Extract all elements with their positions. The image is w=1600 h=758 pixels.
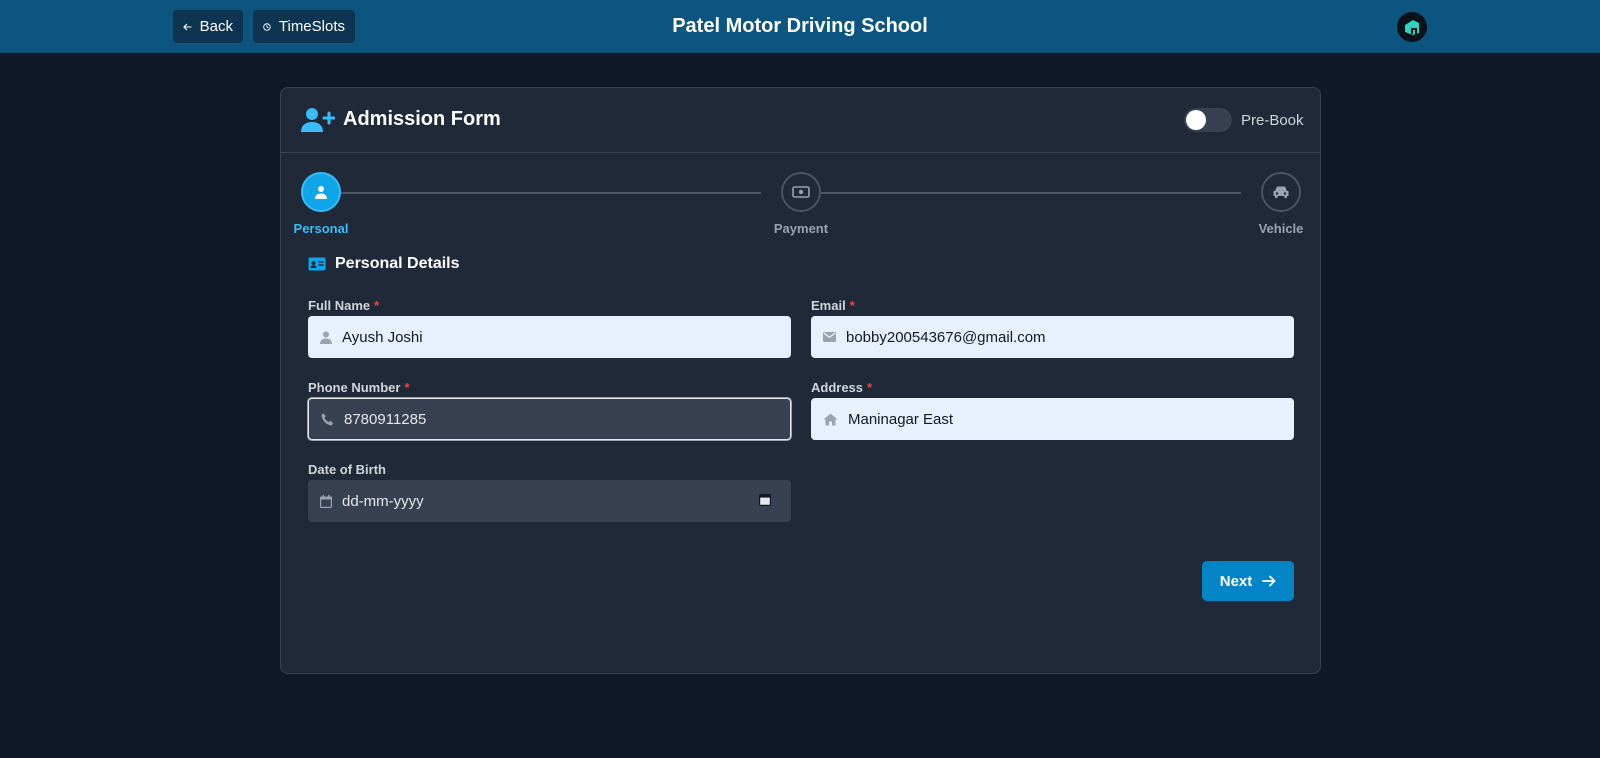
timeslots-button[interactable]: TimeSlots: [253, 10, 355, 43]
step-label-payment: Payment: [773, 221, 829, 236]
required-marker: *: [867, 380, 873, 395]
address-value: Maninagar East: [848, 410, 954, 428]
next-label: Next: [1219, 572, 1253, 590]
next-button[interactable]: Next: [1202, 561, 1294, 601]
full-name-input[interactable]: Ayush Joshi: [308, 316, 791, 358]
building-logo-icon[interactable]: [1397, 12, 1427, 42]
home-icon: [823, 413, 838, 425]
prebook-label: Pre-Book: [1241, 112, 1304, 129]
top-bar: Back TimeSlots Patel Motor Driving Schoo…: [0, 0, 1600, 53]
phone-input[interactable]: 8780911285: [308, 398, 791, 440]
step-personal[interactable]: [301, 172, 341, 212]
id-card-icon: [308, 257, 326, 271]
calendar-picker-icon[interactable]: [759, 493, 771, 506]
section-title: Personal Details: [335, 255, 460, 272]
email-input[interactable]: bobby200543676@gmail.com: [811, 316, 1294, 358]
step-label-personal: Personal: [293, 221, 349, 236]
address-input[interactable]: Maninagar East: [811, 398, 1294, 440]
card-header: Admission Form Pre-Book: [281, 88, 1320, 153]
calendar-icon: [320, 494, 332, 508]
form-title: Admission Form: [343, 108, 501, 130]
car-icon: [1273, 186, 1289, 198]
required-marker: *: [404, 380, 410, 395]
arrow-left-icon: [183, 23, 192, 30]
email-label: Email *: [811, 298, 855, 313]
clock-icon: [263, 22, 271, 31]
email-value: bobby200543676@gmail.com: [846, 328, 1046, 346]
user-icon: [320, 331, 332, 344]
timeslots-label: TimeSlots: [278, 18, 345, 35]
step-connector-2: [821, 192, 1241, 194]
back-button[interactable]: Back: [173, 10, 243, 43]
prebook-toggle[interactable]: [1184, 108, 1232, 132]
arrow-right-icon: [1262, 575, 1276, 587]
user-plus-icon: [301, 108, 335, 132]
step-vehicle[interactable]: [1261, 172, 1301, 212]
step-connector-1: [341, 192, 761, 194]
step-label-vehicle: Vehicle: [1258, 221, 1304, 236]
money-icon: [792, 186, 810, 198]
phone-value: 8780911285: [344, 410, 427, 428]
dob-value: dd-mm-yyyy: [342, 492, 424, 510]
admission-form-card: Admission Form Pre-Book Personal Payment…: [280, 87, 1321, 674]
address-label: Address *: [811, 380, 873, 395]
envelope-icon: [823, 332, 836, 342]
toggle-knob: [1186, 110, 1206, 130]
user-icon: [315, 186, 327, 199]
full-name-value: Ayush Joshi: [342, 328, 423, 346]
back-label: Back: [199, 18, 233, 35]
step-payment[interactable]: [781, 172, 821, 212]
phone-label: Phone Number *: [308, 380, 410, 395]
required-marker: *: [849, 298, 855, 313]
dob-label: Date of Birth: [308, 462, 386, 477]
required-marker: *: [374, 298, 380, 313]
dob-input[interactable]: dd-mm-yyyy: [308, 480, 791, 522]
full-name-label: Full Name *: [308, 298, 380, 313]
phone-icon: [321, 413, 333, 425]
